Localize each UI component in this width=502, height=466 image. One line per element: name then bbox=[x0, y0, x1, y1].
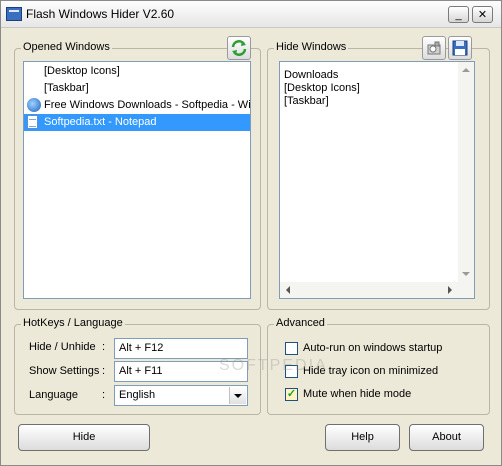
chevron-down-icon[interactable] bbox=[229, 387, 246, 404]
list-item[interactable]: [Desktop Icons] bbox=[24, 63, 250, 80]
horizontal-scrollbar[interactable] bbox=[280, 282, 458, 298]
title-bar: Flash Windows Hider V2.60 _ ✕ bbox=[1, 1, 501, 28]
refresh-icon bbox=[231, 40, 247, 56]
list-item[interactable]: [Taskbar] bbox=[284, 93, 329, 110]
language-label: Language bbox=[29, 389, 78, 401]
list-item[interactable]: Free Windows Downloads - Softpedia - Wir bbox=[24, 97, 250, 114]
list-item-selected[interactable]: Softpedia.txt - Notepad bbox=[24, 114, 250, 131]
opened-windows-list[interactable]: [Desktop Icons] [Taskbar] Free Windows D… bbox=[23, 61, 251, 299]
ie-icon bbox=[27, 98, 41, 112]
mute-label[interactable]: Mute when hide mode bbox=[303, 388, 411, 400]
colon: : bbox=[102, 365, 106, 377]
autorun-checkbox[interactable] bbox=[285, 342, 298, 355]
watermark: SOFTPEDIA bbox=[219, 357, 328, 374]
scroll-down-icon bbox=[462, 272, 470, 276]
scroll-up-icon bbox=[462, 68, 470, 72]
clear-button[interactable] bbox=[422, 36, 446, 60]
hide-windows-label: Hide Windows bbox=[274, 41, 349, 53]
language-value: English bbox=[119, 389, 156, 401]
hide-windows-list[interactable]: Downloads [Desktop Icons] [Taskbar] bbox=[279, 61, 475, 299]
app-icon bbox=[6, 7, 22, 21]
close-button[interactable]: ✕ bbox=[472, 6, 493, 23]
scroll-left-icon bbox=[286, 286, 290, 294]
save-button[interactable] bbox=[448, 36, 472, 60]
hide-hotkey-field[interactable]: Alt + F12 bbox=[114, 338, 248, 359]
advanced-label: Advanced bbox=[274, 317, 327, 329]
refresh-button[interactable] bbox=[227, 36, 251, 60]
hide-hotkey-label: Hide / Unhide bbox=[29, 341, 96, 353]
save-icon bbox=[452, 40, 468, 56]
opened-windows-label: Opened Windows bbox=[21, 41, 112, 53]
scroll-right-icon bbox=[448, 286, 452, 294]
minimize-button[interactable]: _ bbox=[448, 6, 469, 23]
help-button[interactable]: Help bbox=[325, 424, 400, 451]
colon: : bbox=[102, 389, 106, 401]
about-button[interactable]: About bbox=[409, 424, 484, 451]
settings-hotkey-label: Show Settings bbox=[29, 365, 100, 377]
vertical-scrollbar[interactable] bbox=[458, 62, 474, 298]
hide-button[interactable]: Hide bbox=[18, 424, 150, 451]
mute-checkbox[interactable]: ✓ bbox=[285, 388, 298, 401]
eraser-icon bbox=[427, 41, 441, 55]
app-window: Flash Windows Hider V2.60 _ ✕ Opened Win… bbox=[0, 0, 502, 466]
autorun-label[interactable]: Auto-run on windows startup bbox=[303, 342, 442, 354]
notepad-icon bbox=[27, 115, 38, 129]
window-title: Flash Windows Hider V2.60 bbox=[26, 7, 175, 21]
list-item[interactable]: [Taskbar] bbox=[24, 80, 250, 97]
colon: : bbox=[102, 341, 106, 353]
language-select[interactable]: English bbox=[114, 385, 248, 406]
hotkeys-label: HotKeys / Language bbox=[21, 317, 125, 329]
